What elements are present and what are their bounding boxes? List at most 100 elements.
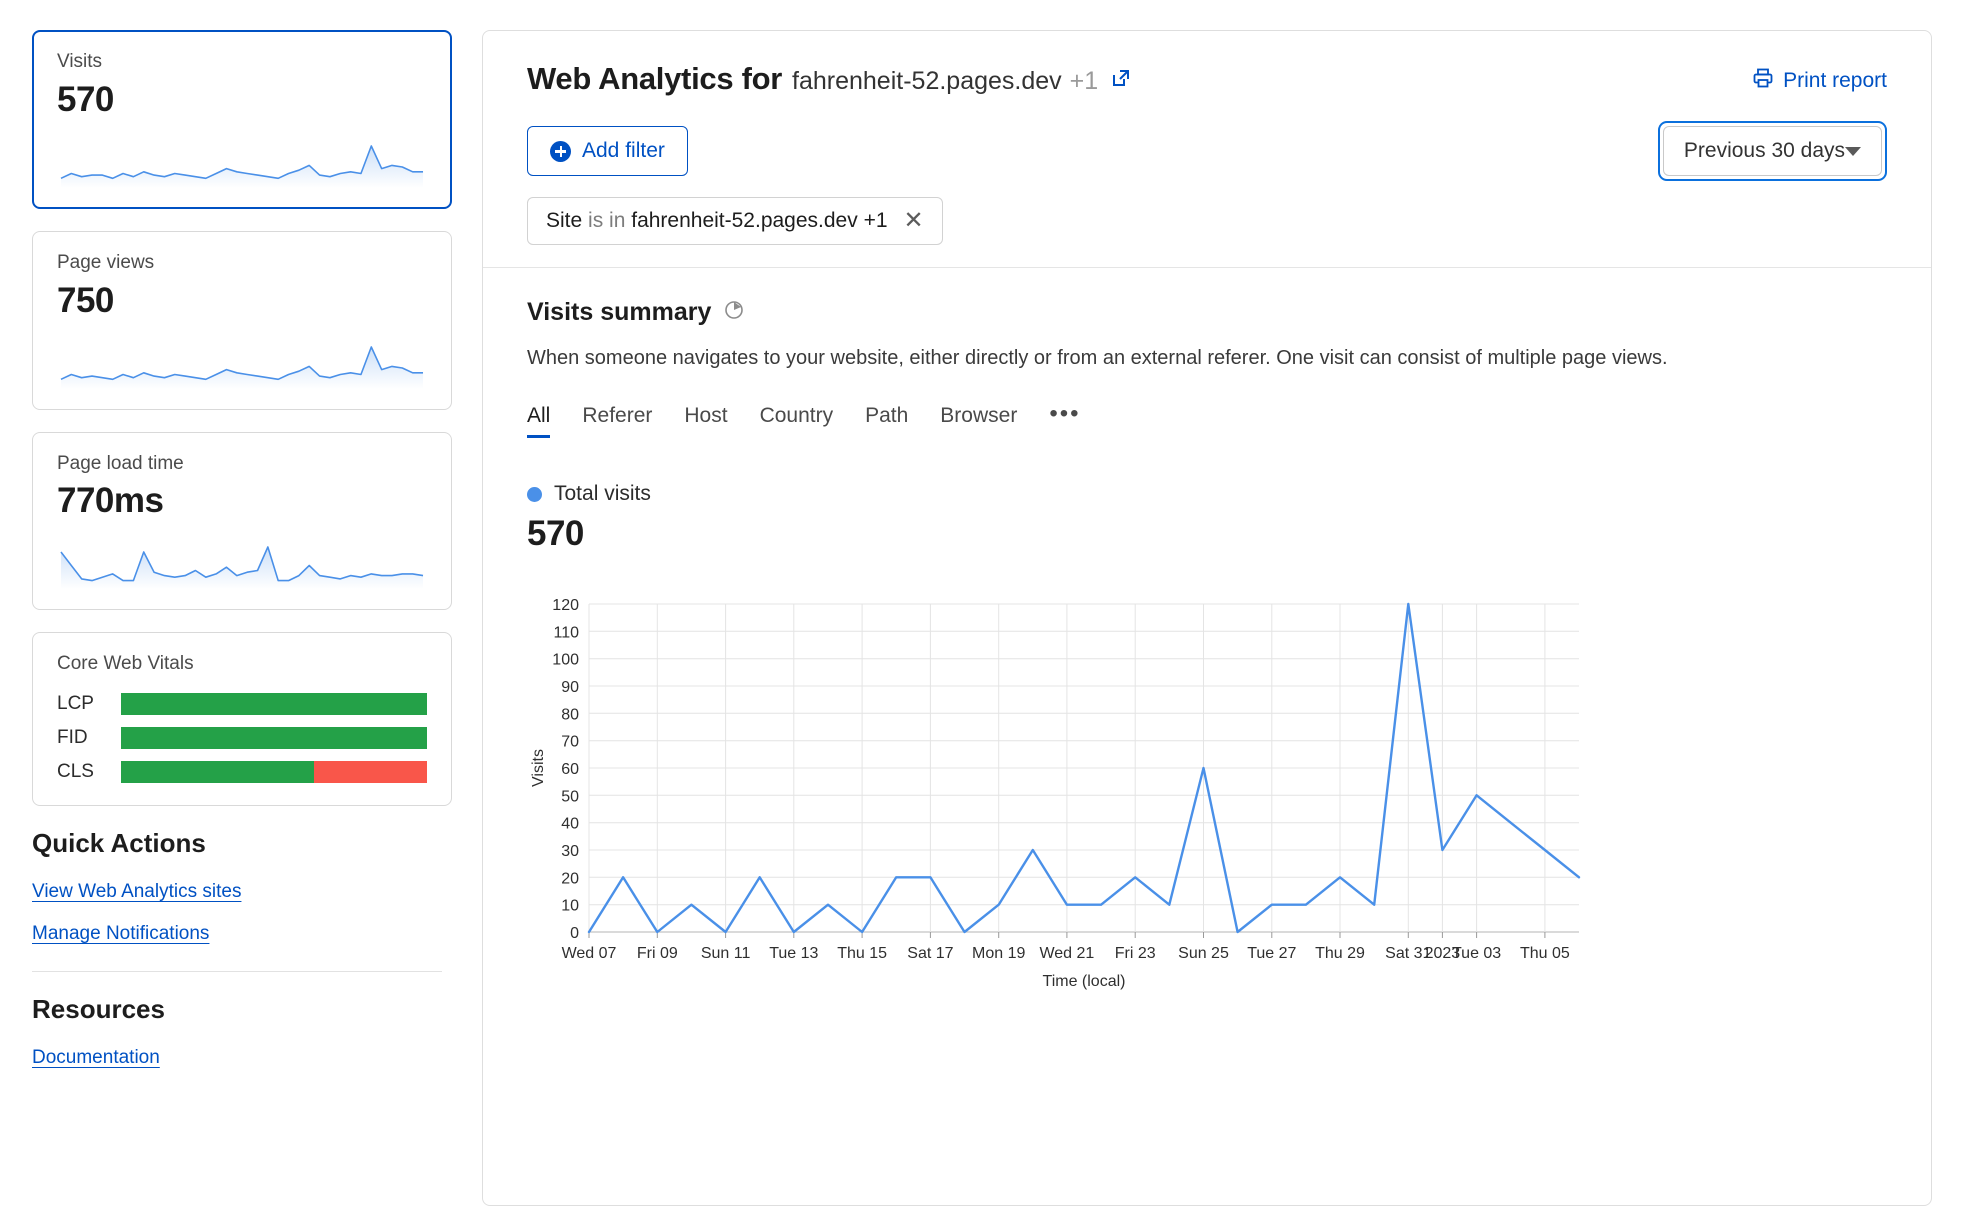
sparkline-page-load-time <box>57 535 427 595</box>
link-documentation[interactable]: Documentation <box>32 1047 160 1069</box>
cwv-good-segment <box>121 693 427 715</box>
sparkline-page-views <box>57 335 427 395</box>
svg-text:80: 80 <box>561 706 579 723</box>
svg-text:50: 50 <box>561 788 579 805</box>
metric-card-visits[interactable]: Visits 570 <box>32 30 452 209</box>
summary-tabs: All Referer Host Country Path Browser ••… <box>527 400 1887 442</box>
summary-title: Visits summary <box>527 298 711 327</box>
metric-card-value: 750 <box>57 281 427 321</box>
cwv-metric-name: CLS <box>57 761 121 783</box>
svg-text:Tue 03: Tue 03 <box>1452 945 1501 962</box>
analytics-page: Visits 570 Page views 750 Page load time… <box>0 0 1962 1206</box>
tab-browser[interactable]: Browser <box>940 404 1017 438</box>
svg-text:120: 120 <box>552 597 579 614</box>
svg-text:Tue 13: Tue 13 <box>769 945 818 962</box>
cwv-good-segment <box>121 761 314 783</box>
core-web-vitals-card: Core Web Vitals LCP FID CLS <box>32 632 452 806</box>
plus-circle-icon <box>550 141 571 162</box>
svg-text:110: 110 <box>553 624 579 641</box>
metric-card-value: 770ms <box>57 481 427 521</box>
sparkline-visits <box>57 134 427 194</box>
quick-actions-title: Quick Actions <box>32 828 470 859</box>
tab-referer[interactable]: Referer <box>582 404 652 438</box>
main-panel: Web Analytics for fahrenheit-52.pages.de… <box>482 30 1932 1206</box>
chevron-down-icon <box>1845 147 1861 156</box>
metric-card-label: Page views <box>57 252 427 275</box>
sidebar-divider <box>32 971 442 972</box>
page-title: Web Analytics for <box>527 61 782 97</box>
svg-text:40: 40 <box>561 816 579 833</box>
cwv-poor-segment <box>314 761 427 783</box>
metric-card-label: Visits <box>57 51 427 74</box>
svg-text:Sat 17: Sat 17 <box>907 945 953 962</box>
sidebar: Visits 570 Page views 750 Page load time… <box>0 0 470 1206</box>
tab-path[interactable]: Path <box>865 404 908 438</box>
main-body: Visits summary When someone navigates to… <box>483 268 1931 994</box>
tab-host[interactable]: Host <box>684 404 727 438</box>
svg-text:Thu 05: Thu 05 <box>1520 945 1570 962</box>
cwv-good-segment <box>121 727 427 749</box>
cwv-metric-name: LCP <box>57 693 121 715</box>
ellipsis-icon[interactable]: ••• <box>1049 400 1080 442</box>
cwv-row-cls: CLS <box>57 761 427 783</box>
metric-card-page-views[interactable]: Page views 750 <box>32 231 452 410</box>
cwv-bar <box>121 693 427 715</box>
svg-text:20: 20 <box>561 870 579 887</box>
close-icon[interactable]: ✕ <box>904 209 924 233</box>
date-range-value: Previous 30 days <box>1684 139 1845 163</box>
page-title-row: Web Analytics for fahrenheit-52.pages.de… <box>527 61 1887 97</box>
resources-title: Resources <box>32 994 470 1025</box>
link-manage-notifications[interactable]: Manage Notifications <box>32 923 209 945</box>
svg-text:Mon 19: Mon 19 <box>972 945 1025 962</box>
legend-row: Total visits <box>527 482 1887 506</box>
svg-text:Thu 29: Thu 29 <box>1315 945 1365 962</box>
resources-section: Resources Documentation <box>32 994 470 1089</box>
svg-text:Time (local): Time (local) <box>1043 973 1126 990</box>
link-view-web-analytics-sites[interactable]: View Web Analytics sites <box>32 881 241 903</box>
pie-chart-icon <box>723 299 745 326</box>
svg-text:Sun 25: Sun 25 <box>1178 945 1229 962</box>
chart-legend: Total visits 570 <box>527 482 1887 554</box>
svg-text:Thu 15: Thu 15 <box>837 945 887 962</box>
svg-text:30: 30 <box>561 843 579 860</box>
page-title-site: fahrenheit-52.pages.dev <box>792 67 1062 96</box>
svg-text:Wed 21: Wed 21 <box>1039 945 1094 962</box>
legend-label: Total visits <box>554 482 651 506</box>
tab-all[interactable]: All <box>527 404 550 438</box>
date-range-select[interactable]: Previous 30 days <box>1658 121 1887 181</box>
visits-line-chart: 0102030405060708090100110120Wed 07Fri 09… <box>527 594 1887 994</box>
svg-text:Sun 11: Sun 11 <box>701 945 751 962</box>
core-web-vitals-title: Core Web Vitals <box>57 653 427 675</box>
filter-chip-value: fahrenheit-52.pages.dev +1 <box>631 209 887 232</box>
svg-text:Wed 07: Wed 07 <box>562 945 617 962</box>
print-report-label: Print report <box>1783 69 1887 93</box>
filter-chip-operator: is in <box>588 209 625 232</box>
metric-card-page-load-time[interactable]: Page load time 770ms <box>32 432 452 611</box>
print-report-button[interactable]: Print report <box>1752 67 1887 95</box>
metric-card-value: 570 <box>57 80 427 120</box>
tab-country[interactable]: Country <box>760 404 834 438</box>
cwv-row-fid: FID <box>57 727 427 749</box>
svg-text:90: 90 <box>561 679 579 696</box>
date-range-select-inner[interactable]: Previous 30 days <box>1663 126 1882 176</box>
svg-text:Tue 27: Tue 27 <box>1247 945 1296 962</box>
summary-description: When someone navigates to your website, … <box>527 347 1887 370</box>
filter-row: Add filter Previous 30 days <box>527 121 1887 181</box>
svg-text:Fri 23: Fri 23 <box>1115 945 1156 962</box>
external-link-icon[interactable] <box>1110 67 1132 89</box>
cwv-metric-name: FID <box>57 727 121 749</box>
svg-text:10: 10 <box>561 898 579 915</box>
svg-text:100: 100 <box>552 652 579 669</box>
add-filter-button[interactable]: Add filter <box>527 126 688 176</box>
quick-actions-links: View Web Analytics sites Manage Notifica… <box>32 881 470 965</box>
page-title-extra-count: +1 <box>1070 67 1099 96</box>
cwv-bar <box>121 761 427 783</box>
svg-text:70: 70 <box>561 734 579 751</box>
filter-chip-site[interactable]: Site is in fahrenheit-52.pages.dev +1 ✕ <box>527 197 943 245</box>
metric-card-label: Page load time <box>57 453 427 476</box>
legend-color-dot <box>527 487 542 502</box>
active-filters: Site is in fahrenheit-52.pages.dev +1 ✕ <box>527 197 1887 245</box>
add-filter-label: Add filter <box>582 139 665 163</box>
svg-text:60: 60 <box>561 761 579 778</box>
svg-text:Visits: Visits <box>530 749 547 787</box>
